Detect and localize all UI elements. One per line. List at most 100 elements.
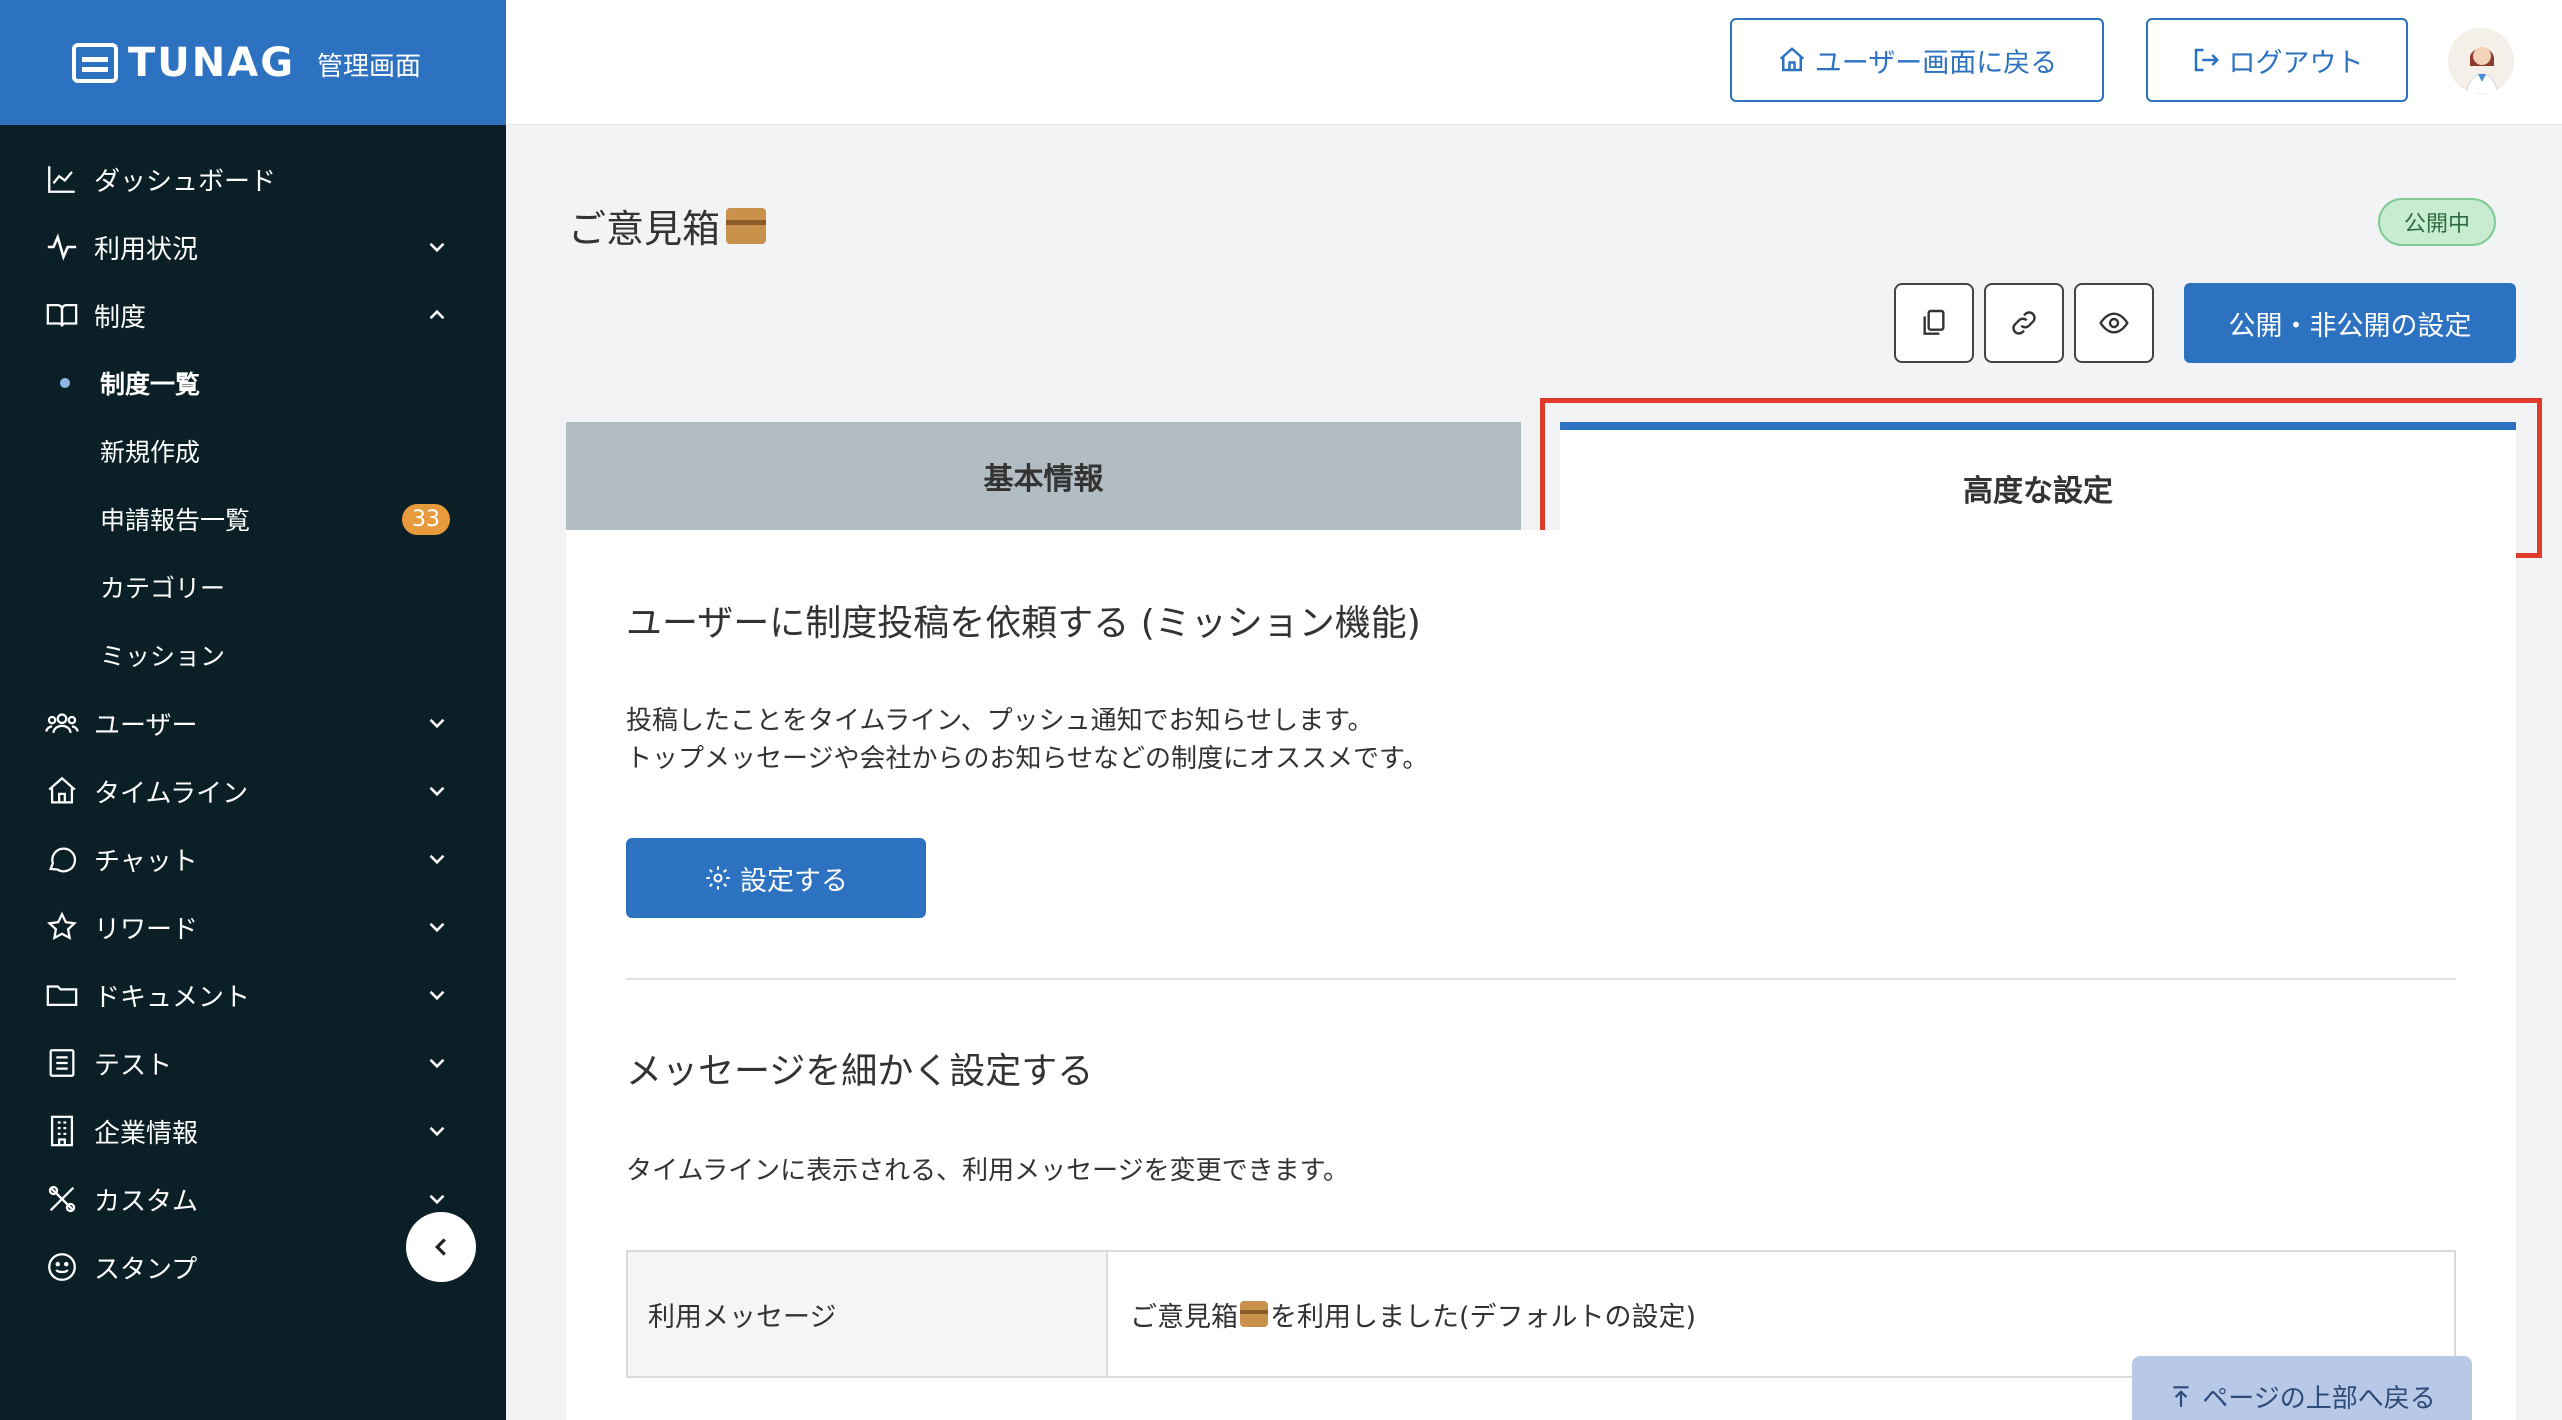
sidebar-subitem-label: ミッション: [100, 642, 226, 671]
message-table-header: 利用メッセージ: [628, 1252, 1108, 1376]
sidebar-item-label: スタンプ: [94, 1254, 198, 1285]
sidebar-collapse-button[interactable]: [406, 1212, 476, 1282]
copy-icon: [1923, 309, 1945, 335]
sidebar-item-test[interactable]: テスト: [0, 1029, 506, 1097]
sidebar-item-usage[interactable]: 利用状況: [0, 213, 506, 281]
back-to-user-screen-button[interactable]: ユーザー画面に戻る: [1730, 18, 2104, 102]
sidebar-subitem-mission[interactable]: ミッション: [0, 621, 506, 689]
back-to-top-label: ページの上部へ戻る: [2202, 1383, 2436, 1414]
sidebar-item-label: リワード: [94, 914, 199, 945]
back-to-user-screen-label: ユーザー画面に戻る: [1814, 47, 2058, 79]
message-description: タイムラインに表示される、利用メッセージを変更できます。: [626, 1156, 1350, 1186]
sidebar-subitem-label: 申請報告一覧: [100, 506, 251, 535]
message-value-suffix: を利用しました(デフォルトの設定): [1270, 1301, 1697, 1333]
sidebar-subitem-reports[interactable]: 申請報告一覧 33: [0, 485, 506, 553]
sidebar-subitem-new[interactable]: 新規作成: [0, 417, 506, 485]
sidebar-item-label: テスト: [94, 1050, 173, 1081]
checklist-icon: [44, 1045, 80, 1081]
logout-button[interactable]: ログアウト: [2146, 18, 2408, 102]
logout-icon: [2194, 48, 2219, 72]
building-icon: [44, 1113, 80, 1149]
page-title-text: ご意見箱: [568, 207, 721, 251]
tunag-logo-icon: [72, 42, 118, 83]
sidebar-item-users[interactable]: ユーザー: [0, 689, 506, 757]
home-icon: [1779, 47, 1804, 72]
tab-basic-info[interactable]: 基本情報: [566, 422, 1521, 530]
chevron-down-icon: [429, 718, 445, 729]
section-divider: [626, 978, 2456, 980]
package-icon: [1240, 1301, 1268, 1327]
avatar[interactable]: [2448, 28, 2514, 94]
sidebar-subitem-category[interactable]: カテゴリー: [0, 553, 506, 621]
mission-settings-label: 設定する: [740, 865, 848, 897]
sidebar-item-label: ダッシュボード: [94, 166, 277, 197]
sidebar-nav: ダッシュボード 利用状況 制度 制度一覧 新規作成 申請報告一覧 33 カテゴリ…: [0, 125, 506, 1301]
brand-header[interactable]: TUNAG 管理画面: [0, 0, 506, 125]
gear-icon: [706, 866, 730, 890]
active-dot: [60, 378, 70, 388]
chart-line-icon: [44, 161, 80, 197]
message-value-prefix: ご意見箱: [1130, 1301, 1238, 1333]
mission-description-line-1: 投稿したことをタイムライン、プッシュ通知でお知らせします。: [626, 706, 1374, 736]
tools-icon: [44, 1181, 80, 1217]
sidebar-item-chat[interactable]: チャット: [0, 825, 506, 893]
sidebar-subitem-label: 新規作成: [100, 438, 201, 467]
chevron-down-icon: [429, 1126, 445, 1137]
sidebar-item-dashboard[interactable]: ダッシュボード: [0, 145, 506, 213]
chevron-down-icon: [429, 1194, 445, 1205]
sidebar-item-system[interactable]: 制度: [0, 281, 506, 349]
sidebar-item-label: タイムライン: [94, 778, 249, 809]
link-icon: [2012, 311, 2036, 335]
eye-icon: [2099, 312, 2129, 334]
sidebar-item-label: 制度: [94, 302, 147, 333]
page-title: ご意見箱: [568, 198, 767, 253]
user-avatar-image: [2448, 28, 2514, 94]
sidebar-subitem-system-list[interactable]: 制度一覧: [0, 349, 506, 417]
copy-button[interactable]: [1894, 283, 1974, 363]
folder-icon: [44, 977, 80, 1013]
logout-label: ログアウト: [2228, 47, 2364, 79]
chevron-down-icon: [429, 854, 445, 865]
sidebar-item-reward[interactable]: リワード: [0, 893, 506, 961]
sidebar: TUNAG 管理画面 ダッシュボード 利用状況 制度 制度一覧 新規作成 申請報…: [0, 0, 506, 1420]
chevron-up-icon: [429, 309, 445, 320]
sidebar-subitem-label: 制度一覧: [100, 370, 201, 399]
chevron-down-icon: [429, 990, 445, 1001]
sidebar-item-timeline[interactable]: タイムライン: [0, 757, 506, 825]
sidebar-item-label: カスタム: [94, 1186, 199, 1217]
brand-name: TUNAG: [128, 39, 296, 86]
message-section-title: メッセージを細かく設定する: [626, 1051, 1094, 1092]
smile-icon: [44, 1249, 80, 1285]
arrow-up-icon: [2173, 1386, 2189, 1407]
sidebar-item-document[interactable]: ドキュメント: [0, 961, 506, 1029]
activity-icon: [44, 229, 80, 265]
link-button[interactable]: [1984, 283, 2064, 363]
chevron-down-icon: [429, 242, 445, 253]
sidebar-item-label: ドキュメント: [94, 982, 251, 1013]
top-header: ユーザー画面に戻る ログアウト: [506, 0, 2562, 125]
sidebar-item-label: 企業情報: [94, 1118, 199, 1149]
book-open-icon: [44, 297, 80, 333]
home-icon: [44, 773, 80, 809]
chevron-down-icon: [429, 1058, 445, 1069]
preview-button[interactable]: [2074, 283, 2154, 363]
chevron-down-icon: [429, 922, 445, 933]
chevron-left-icon: [434, 1238, 446, 1256]
mission-section-title: ユーザーに制度投稿を依頼する (ミッション機能): [626, 603, 1421, 644]
status-badge: 公開中: [2378, 198, 2496, 246]
sidebar-item-company[interactable]: 企業情報: [0, 1097, 506, 1165]
count-badge: 33: [402, 503, 450, 535]
mission-settings-button[interactable]: 設定する: [626, 838, 926, 918]
sidebar-subitem-label: カテゴリー: [100, 574, 226, 603]
chat-icon: [44, 841, 80, 877]
mission-description-line-2: トップメッセージや会社からのお知らせなどの制度にオススメです。: [626, 744, 1429, 774]
package-icon: [726, 207, 767, 244]
publish-settings-button[interactable]: 公開・非公開の設定: [2184, 283, 2516, 363]
sidebar-item-label: 利用状況: [94, 234, 199, 265]
sidebar-item-label: ユーザー: [94, 710, 198, 741]
back-to-top-button[interactable]: ページの上部へ戻る: [2132, 1356, 2472, 1420]
brand-subtitle: 管理画面: [317, 52, 422, 82]
sidebar-item-label: チャット: [94, 846, 198, 877]
chevron-down-icon: [429, 786, 445, 797]
users-icon: [44, 705, 80, 741]
